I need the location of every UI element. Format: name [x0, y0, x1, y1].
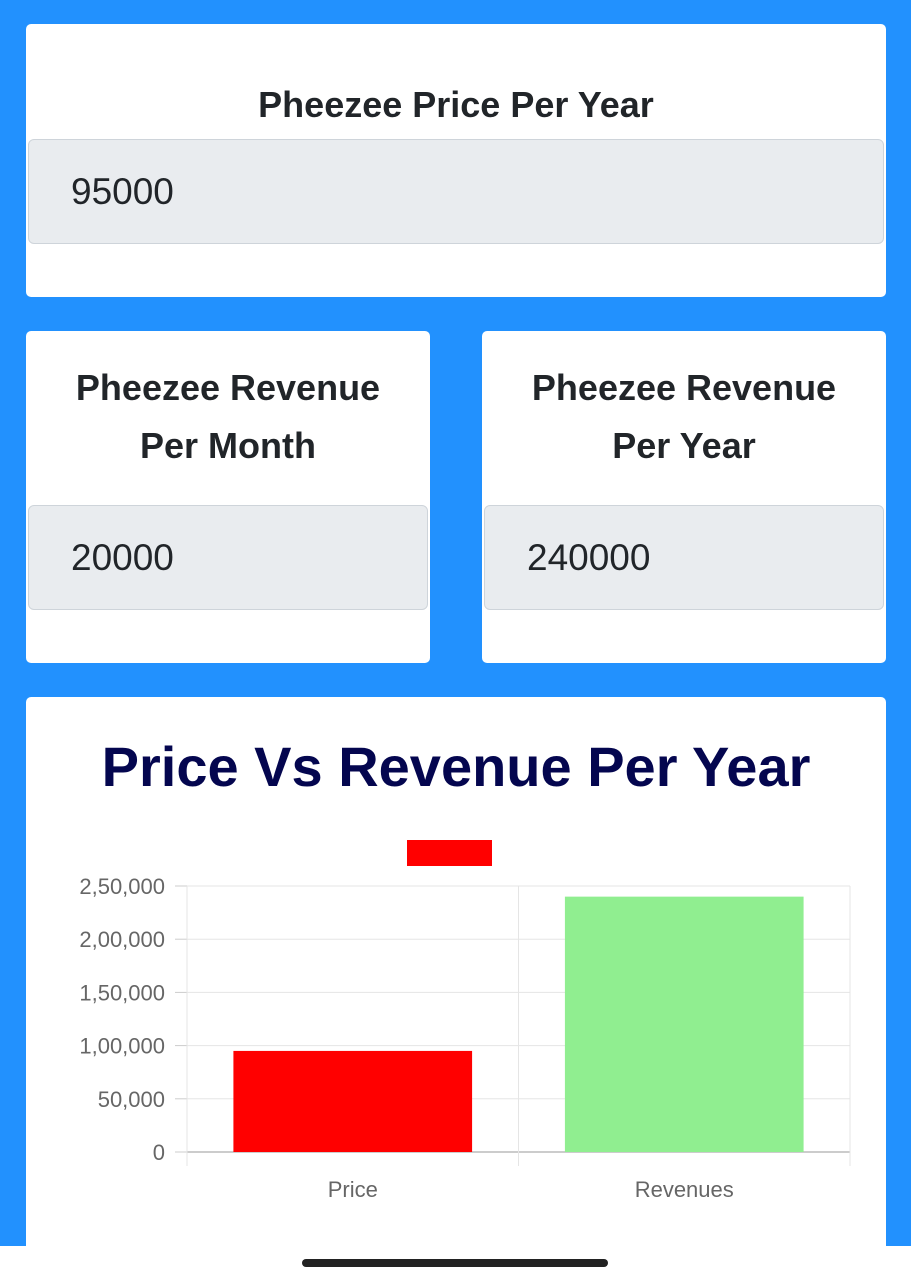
bar-price [233, 1050, 473, 1152]
revenue-month-field[interactable]: 20000 [28, 505, 428, 610]
price-card-title: Pheezee Price Per Year [258, 84, 654, 125]
y-tick-label: 2,50,000 [79, 874, 165, 899]
y-tick-label: 2,00,000 [79, 927, 165, 952]
price-card: Pheezee Price Per Year 95000 [26, 24, 886, 297]
y-tick-label: 0 [153, 1140, 165, 1165]
x-tick-label: Revenues [635, 1177, 734, 1202]
revenue-month-card: Pheezee Revenue Per Month 20000 [26, 331, 430, 663]
x-tick-label: Price [328, 1177, 378, 1202]
home-gesture-handle[interactable] [302, 1259, 608, 1267]
revenue-year-title-line1: Pheezee Revenue [531, 367, 837, 408]
y-tick-label: 50,000 [98, 1087, 165, 1112]
revenue-month-title-line2: Per Month [140, 425, 316, 466]
y-tick-label: 1,50,000 [79, 980, 165, 1005]
revenue-month-title-line1: Pheezee Revenue [75, 367, 381, 408]
legend-swatch [407, 840, 492, 866]
revenue-year-title-line2: Per Year [612, 425, 756, 466]
revenue-year-card: Pheezee Revenue Per Year 240000 [482, 331, 886, 663]
revenue-year-field[interactable]: 240000 [484, 505, 884, 610]
price-field[interactable]: 95000 [28, 139, 884, 244]
bar-chart: 0 50,000 1,00,000 1,50,000 2,00,000 2,50,000 P… [79, 840, 851, 1202]
navigation-bar [0, 1246, 911, 1280]
chart-card: Price Vs Revenue Per Year 0 50,000 1,00,00… [26, 697, 886, 1257]
y-tick-label: 1,00,000 [79, 1034, 165, 1059]
bar-revenues [564, 896, 804, 1152]
